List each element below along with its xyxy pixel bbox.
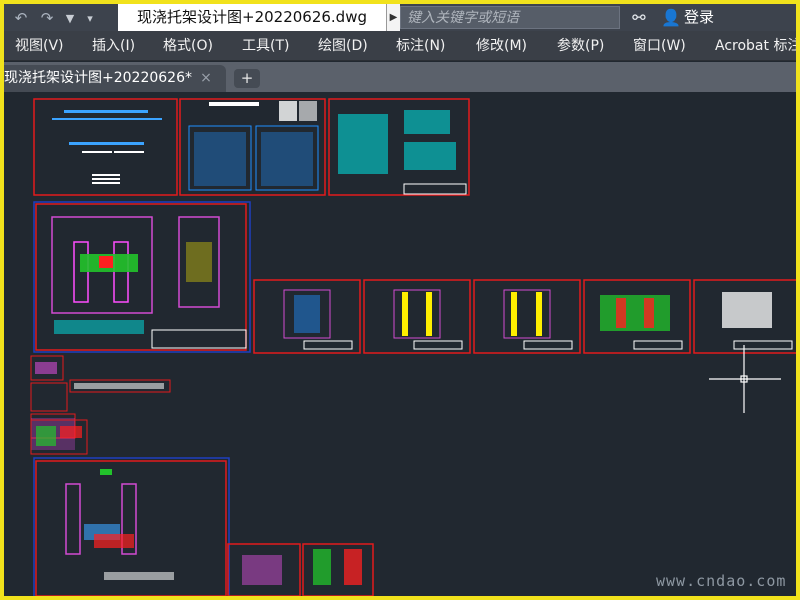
sheet-title-page[interactable] [33,98,178,196]
menu-modify[interactable]: 修改(M) [476,31,527,61]
menu-draw[interactable]: 绘图(D) [318,31,368,61]
menu-acrobat-markup[interactable]: Acrobat 标注 [715,31,796,61]
customize-dropdown-icon[interactable]: ▾ [82,12,98,25]
user-icon[interactable]: 👤 [658,6,684,29]
quick-access-toolbar: ↶ ↷ ▼ ▾ [6,6,118,30]
menu-bar: 视图(V) 插入(I) 格式(O) 工具(T) 绘图(D) 标注(N) 修改(M… [4,31,796,61]
drawing-canvas[interactable]: www.cndao.com [4,92,796,596]
sheet-design-notes[interactable] [328,98,470,196]
menu-view[interactable]: 视图(V) [15,31,64,61]
autocad-window: ↶ ↷ ▼ ▾ 现浇托架设计图+20220626.dwg ▶ 键入关键字或短语 … [4,4,796,596]
binoculars-icon[interactable]: ⚯ [626,6,652,29]
drawing-sheets [30,98,796,596]
frame-section-view[interactable] [33,457,230,596]
document-title: 现浇托架设计图+20220626.dwg [118,4,386,31]
detail-sheets-cluster[interactable] [30,355,171,455]
sheet-plan-3[interactable] [473,279,581,354]
crosshair-cursor-icon [709,345,781,413]
watermark-text: www.cndao.com [656,572,787,590]
title-bar: ↶ ↷ ▼ ▾ 现浇托架设计图+20220626.dwg ▶ 键入关键字或短语 … [4,4,796,31]
sheet-material-tables[interactable] [179,98,326,196]
menu-dimension[interactable]: 标注(N) [396,31,445,61]
file-tab-bar: 现浇托架设计图+20220626* × + [4,62,796,92]
menu-insert[interactable]: 插入(I) [92,31,135,61]
dropdown-chevron-icon[interactable]: ▼ [62,12,78,25]
search-input[interactable]: 键入关键字或短语 [400,6,620,29]
sheet-bottom-1[interactable] [227,543,301,596]
file-tab-label: 现浇托架设计图+20220626* [4,70,192,86]
menu-format[interactable]: 格式(O) [163,31,213,61]
undo-arrow-icon[interactable]: ↶ [10,6,32,30]
redo-arrow-icon[interactable]: ↷ [36,6,58,30]
frame-elevation-view[interactable] [33,201,251,353]
menu-parameter[interactable]: 参数(P) [557,31,604,61]
login-button[interactable]: 登录 [684,6,714,29]
sheet-plan-1[interactable] [253,279,361,354]
sheet-plan-4[interactable] [583,279,691,354]
menu-tools[interactable]: 工具(T) [242,31,289,61]
sheet-plan-2[interactable] [363,279,471,354]
sheet-bottom-2[interactable] [302,543,374,596]
file-tab-active[interactable]: 现浇托架设计图+20220626* × [4,65,226,92]
new-tab-plus-icon[interactable]: + [234,69,260,88]
sheet-plan-5[interactable] [693,279,796,354]
menu-window[interactable]: 窗口(W) [633,31,686,61]
search-expand-arrow-icon[interactable]: ▶ [386,4,400,31]
close-icon[interactable]: × [198,65,214,92]
